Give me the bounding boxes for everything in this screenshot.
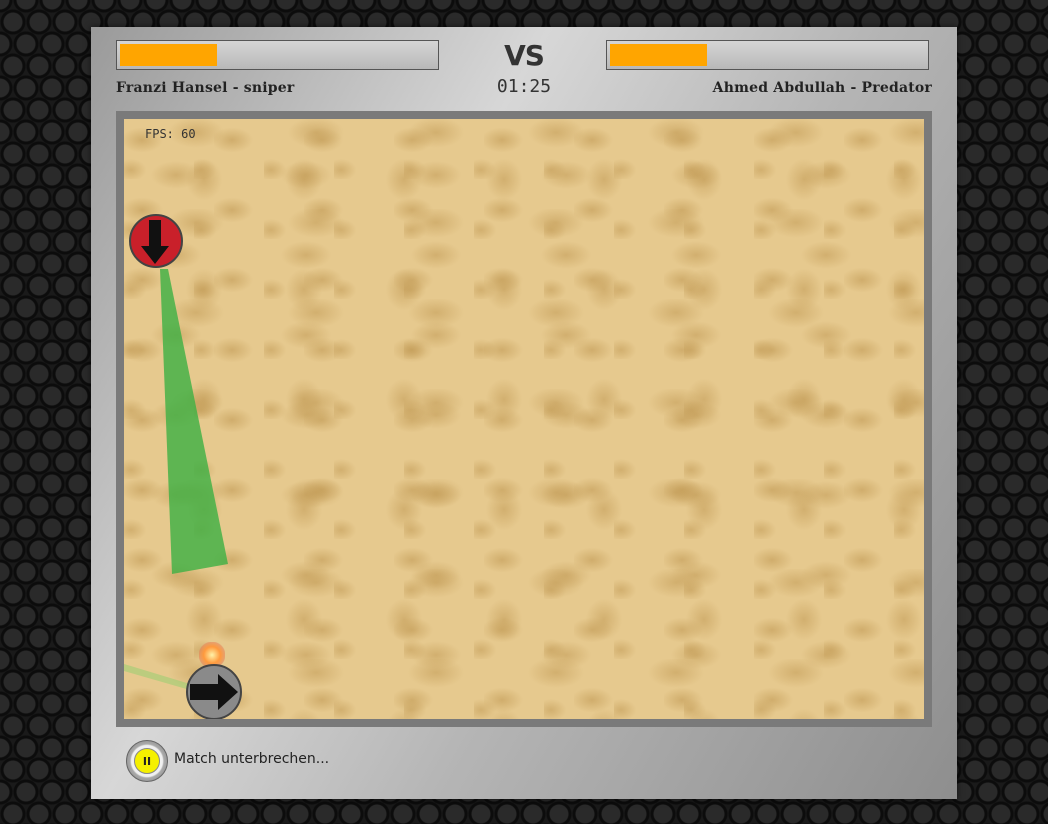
player-left-health-fill <box>120 44 217 66</box>
player-right-health-fill <box>610 44 707 66</box>
arrow-right-icon <box>190 674 238 710</box>
player-right-health-bar <box>606 40 929 70</box>
pause-icon: II <box>134 748 160 774</box>
player-left-name: Franzi Hansel - sniper <box>116 80 295 96</box>
player-left-health-bar <box>116 40 439 70</box>
laser-beam <box>124 269 228 690</box>
player-right-name: Ahmed Abdullah - Predator <box>712 80 932 96</box>
pause-label[interactable]: Match unterbrechen... <box>174 751 329 767</box>
player-right-unit <box>186 664 242 719</box>
match-timer: 01:25 <box>496 76 552 97</box>
player-left-unit <box>129 214 183 268</box>
pause-button[interactable]: II <box>126 740 168 782</box>
game-panel: Franzi Hansel - sniper VS 01:25 Ahmed Ab… <box>91 27 957 799</box>
arena-frame: FPS: 60 <box>116 111 932 727</box>
arrow-down-icon <box>141 220 169 264</box>
arena[interactable]: FPS: 60 <box>124 119 924 719</box>
vs-label: VS <box>504 39 545 72</box>
